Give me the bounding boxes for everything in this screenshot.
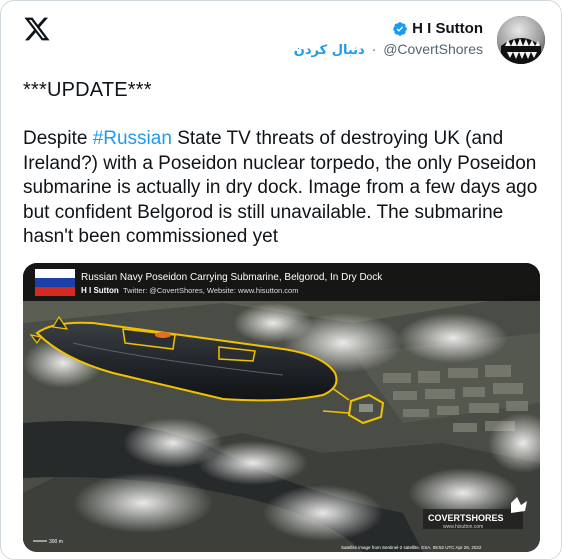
satellite-source-note: Satellite image from Sentinel-2 satellit… xyxy=(341,545,482,550)
author-block: H I Sutton دنبال کردن · @CovertShores xyxy=(294,20,483,58)
image-credit-name: H I Sutton xyxy=(81,286,119,295)
separator-dot: · xyxy=(371,41,377,57)
tweet-text-start: Despite xyxy=(23,128,93,149)
tweet-body: Despite #Russian State TV threats of des… xyxy=(23,127,543,250)
x-logo-icon[interactable] xyxy=(23,15,51,43)
tweet-image[interactable]: Russian Navy Poseidon Carrying Submarine… xyxy=(23,263,540,552)
russia-flag-icon xyxy=(35,269,75,296)
avatar[interactable] xyxy=(497,16,545,64)
verified-badge-icon xyxy=(393,21,408,36)
tweet-card: H I Sutton دنبال کردن · @CovertShores **… xyxy=(0,0,562,560)
svg-text:www.hisutton.com: www.hisutton.com xyxy=(443,524,483,530)
author-name[interactable]: H I Sutton xyxy=(412,20,483,37)
image-title: Russian Navy Poseidon Carrying Submarine… xyxy=(81,272,383,283)
follow-button[interactable]: دنبال کردن xyxy=(294,43,365,58)
author-handle[interactable]: @CovertShores xyxy=(383,41,483,57)
hashtag-link[interactable]: #Russian xyxy=(93,128,172,149)
update-heading: ***UPDATE*** xyxy=(23,79,152,101)
image-credit-links: Twitter: @CovertShores, Website: www.his… xyxy=(123,286,298,295)
svg-text:COVERTSHORES: COVERTSHORES xyxy=(428,513,504,523)
scale-label: 300 m xyxy=(49,539,63,545)
